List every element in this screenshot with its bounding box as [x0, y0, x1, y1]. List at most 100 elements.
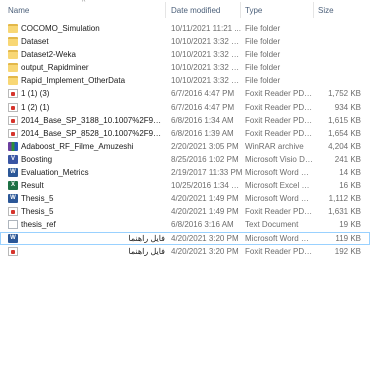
- file-name: thesis_ref: [21, 220, 56, 230]
- file-date-modified: 4/20/2021 1:49 PM: [171, 207, 239, 217]
- file-type: Microsoft Visio Do...: [245, 154, 313, 164]
- file-size: 934 KB: [334, 102, 361, 112]
- file-type: File folder: [245, 50, 281, 60]
- file-row[interactable]: 1 (2) (1) 6/7/2016 4:47 PM Foxit Reader PD…: [0, 101, 370, 114]
- file-name: 1 (1) (3): [21, 89, 50, 99]
- pdf-icon: [8, 89, 18, 99]
- file-type: File folder: [245, 76, 281, 86]
- file-row[interactable]: W فایل راهنما 4/20/2021 3:20 PM Microsoft W…: [0, 231, 370, 245]
- file-name: 2014_Base_SP_8528_10.1007%2F978-3-31...: [21, 128, 165, 138]
- file-size: 19 KB: [339, 220, 361, 230]
- word-icon: W: [8, 168, 18, 178]
- visio-icon: V: [8, 154, 18, 164]
- file-row[interactable]: فایل راهنما 4/20/2021 3:20 PM Foxit Reader…: [0, 245, 370, 258]
- file-row[interactable]: W Evaluation_Metrics 2/19/2017 11:33 PM Mic…: [0, 166, 370, 179]
- column-divider[interactable]: [313, 2, 314, 18]
- word-icon: W: [8, 233, 18, 243]
- file-row[interactable]: COCOMO_Simulation 10/11/2021 11:21 ... Fil…: [0, 22, 370, 35]
- file-type: Text Document: [245, 220, 299, 230]
- file-size: 1,112 KB: [328, 194, 361, 204]
- file-type: Microsoft Word D...: [245, 168, 313, 178]
- file-type: File folder: [245, 63, 281, 73]
- file-size: 192 KB: [334, 246, 361, 256]
- file-size: 1,752 KB: [328, 89, 361, 99]
- file-row[interactable]: Thesis_5 4/20/2021 1:49 PM Foxit Reader PD…: [0, 205, 370, 218]
- file-size: 14 KB: [339, 168, 361, 178]
- file-type: Foxit Reader PDF ...: [245, 207, 313, 217]
- word-icon: W: [8, 194, 18, 204]
- file-name: Boosting: [21, 154, 53, 164]
- pdf-icon: [8, 115, 18, 125]
- column-divider[interactable]: [165, 2, 166, 18]
- file-date-modified: 6/7/2016 4:47 PM: [171, 89, 235, 99]
- file-row[interactable]: 2014_Base_SP_3188_10.1007%2F978-3-31... 6…: [0, 114, 370, 127]
- file-date-modified: 4/20/2021 1:49 PM: [171, 194, 239, 204]
- file-name: 1 (2) (1): [21, 102, 50, 112]
- file-type: Microsoft Excel W...: [245, 181, 313, 191]
- file-name: فایل راهنما: [128, 233, 165, 243]
- rar-icon: [8, 141, 18, 151]
- file-date-modified: 2/19/2017 11:33 PM: [171, 168, 243, 178]
- text-file-icon: [8, 220, 18, 230]
- file-type: WinRAR archive: [245, 141, 304, 151]
- file-type: File folder: [245, 37, 281, 47]
- file-name: Thesis_5: [21, 194, 54, 204]
- file-date-modified: 10/10/2021 3:32 PM: [171, 50, 243, 60]
- file-name: COCOMO_Simulation: [21, 24, 100, 33]
- file-row[interactable]: Adaboost_RF_Filme_Amuzeshi 2/20/2021 3:05…: [0, 140, 370, 153]
- file-name: Result: [21, 181, 44, 191]
- pdf-icon: [8, 246, 18, 256]
- file-row[interactable]: Rapid_Implement_OtherData 10/10/2021 3:32…: [0, 74, 370, 87]
- file-size: 241 KB: [334, 154, 361, 164]
- file-date-modified: 10/11/2021 11:21 ...: [171, 24, 241, 33]
- file-type: Microsoft Word D...: [245, 233, 313, 243]
- file-name: Thesis_5: [21, 207, 54, 217]
- file-name: Adaboost_RF_Filme_Amuzeshi: [21, 141, 134, 151]
- folder-icon: [8, 37, 18, 47]
- pdf-icon: [8, 128, 18, 138]
- column-header-size[interactable]: Size: [318, 5, 334, 16]
- column-divider[interactable]: [240, 2, 241, 18]
- file-size: 4,204 KB: [328, 141, 361, 151]
- file-row[interactable]: V Boosting 8/25/2016 1:02 PM Microsoft Visi…: [0, 153, 370, 166]
- file-name: output_Rapidminer: [21, 63, 89, 73]
- file-row[interactable]: W Thesis_5 4/20/2021 1:49 PM Microsoft Word…: [0, 192, 370, 205]
- file-size: 1,615 KB: [328, 115, 361, 125]
- file-row[interactable]: X Result 10/25/2016 1:34 PM Microsoft Excel…: [0, 179, 370, 192]
- file-type: Foxit Reader PDF ...: [245, 102, 313, 112]
- file-type: Foxit Reader PDF ...: [245, 128, 313, 138]
- file-size: 16 KB: [339, 181, 361, 191]
- file-date-modified: 2/20/2021 3:05 PM: [171, 141, 239, 151]
- excel-icon: X: [8, 181, 18, 191]
- file-name: Evaluation_Metrics: [21, 168, 89, 178]
- file-date-modified: 10/25/2016 1:34 PM: [171, 181, 243, 191]
- file-type: Foxit Reader PDF ...: [245, 115, 313, 125]
- file-row[interactable]: 2014_Base_SP_8528_10.1007%2F978-3-31... 6…: [0, 127, 370, 140]
- file-row[interactable]: 1 (1) (3) 6/7/2016 4:47 PM Foxit Reader PD…: [0, 87, 370, 100]
- file-row[interactable]: Dataset2-Weka 10/10/2021 3:32 PM File fold…: [0, 48, 370, 61]
- file-date-modified: 10/10/2021 3:32 PM: [171, 76, 243, 86]
- file-list: COCOMO_Simulation 10/11/2021 11:21 ... Fil…: [0, 22, 370, 258]
- column-header-name[interactable]: Name: [8, 5, 29, 16]
- file-date-modified: 6/8/2016 1:34 AM: [171, 115, 234, 125]
- file-date-modified: 10/10/2021 3:32 PM: [171, 63, 243, 73]
- file-date-modified: 6/7/2016 4:47 PM: [171, 102, 235, 112]
- column-header-type[interactable]: Type: [245, 5, 262, 16]
- file-date-modified: 6/8/2016 1:39 AM: [171, 128, 234, 138]
- file-size: 1,654 KB: [328, 128, 361, 138]
- file-type: Microsoft Word D...: [245, 194, 313, 204]
- file-name: Dataset2-Weka: [21, 50, 76, 60]
- file-name: Rapid_Implement_OtherData: [21, 76, 126, 86]
- file-size: 1,631 KB: [328, 207, 361, 217]
- file-type: Foxit Reader PDF ...: [245, 89, 313, 99]
- column-header-date-modified[interactable]: Date modified: [171, 5, 220, 16]
- file-date-modified: 10/10/2021 3:32 PM: [171, 37, 243, 47]
- file-date-modified: 4/20/2021 3:20 PM: [171, 246, 239, 256]
- file-date-modified: 6/8/2016 3:16 AM: [171, 220, 234, 230]
- folder-icon: [8, 50, 18, 60]
- file-row[interactable]: Dataset 10/10/2021 3:32 PM File folder: [0, 35, 370, 48]
- file-size: 119 KB: [335, 233, 361, 243]
- file-row[interactable]: thesis_ref 6/8/2016 3:16 AM Text Document 1…: [0, 218, 370, 231]
- file-row[interactable]: output_Rapidminer 10/10/2021 3:32 PM File …: [0, 61, 370, 74]
- file-name: 2014_Base_SP_3188_10.1007%2F978-3-31...: [21, 115, 165, 125]
